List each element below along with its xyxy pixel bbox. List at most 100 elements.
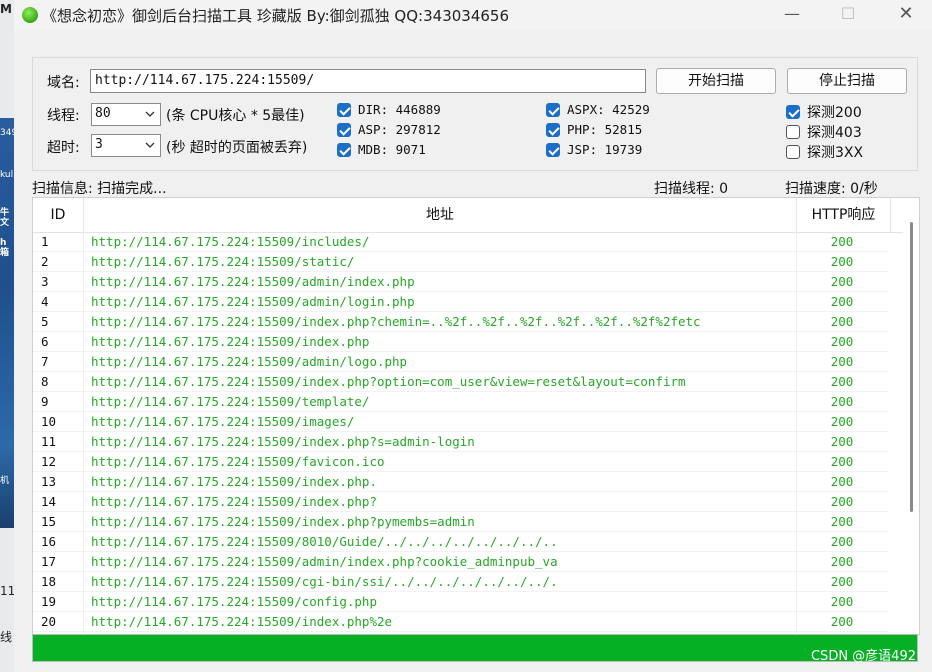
domain-label: 域名: [47, 75, 80, 91]
probe-200-checkbox[interactable]: 探测200 [786, 102, 862, 122]
cell-id: 13 [41, 474, 57, 489]
scan-speed-status: 扫描速度: 0/秒 [785, 181, 878, 197]
cell-http-status: 200 [830, 274, 854, 289]
table-row[interactable]: 14 http://114.67.175.224:15509/index.php?… [33, 492, 889, 512]
cell-url: http://114.67.175.224:15509/favicon.ico [91, 454, 385, 469]
window-title: 《想念初恋》御剑后台扫描工具 珍藏版 By:御剑孤独 QQ:343034656 [42, 7, 509, 25]
probe-403-checkbox[interactable]: 探测403 [786, 122, 862, 142]
table-row[interactable]: 10 http://114.67.175.224:15509/images/200 [33, 412, 889, 432]
cell-url: http://114.67.175.224:15509/config.php [91, 594, 377, 609]
checkbox-label: MDB: 9071 [358, 142, 426, 157]
cell-http-status: 200 [830, 414, 854, 429]
checkbox-checked-icon [786, 105, 800, 119]
close-button[interactable]: ✕ [894, 4, 918, 24]
checkbox-checked-icon [337, 122, 351, 137]
checkbox-checked-icon [546, 102, 560, 117]
table-row[interactable]: 17 http://114.67.175.224:15509/admin/inde… [33, 552, 889, 572]
cell-http-status: 200 [830, 614, 854, 629]
table-row[interactable]: 11 http://114.67.175.224:15509/index.php?… [33, 432, 889, 452]
progress-fill [33, 635, 917, 661]
cell-http-status: 200 [830, 574, 854, 589]
dict-asp-checkbox[interactable]: ASP: 297812 [337, 122, 441, 137]
minimize-button[interactable]: — [780, 4, 804, 24]
table-row[interactable]: 18 http://114.67.175.224:15509/cgi-bin/ss… [33, 572, 889, 592]
checkbox-checked-icon [546, 122, 560, 137]
checkbox-label: PHP: 52815 [567, 122, 643, 137]
cell-id: 17 [41, 554, 57, 569]
desktop-text-fragment: M [0, 2, 12, 16]
cell-id: 12 [41, 454, 57, 469]
table-row[interactable]: 8 http://114.67.175.224:15509/index.php?o… [33, 372, 889, 392]
maximize-button[interactable]: ☐ [836, 4, 860, 24]
cell-id: 18 [41, 574, 57, 589]
timeout-hint: (秒 超时的页面被丢弃) [166, 140, 308, 156]
cell-id: 8 [41, 374, 49, 389]
cell-url: http://114.67.175.224:15509/admin/index.… [91, 274, 415, 289]
column-header-id[interactable]: ID [33, 198, 84, 232]
cell-url: http://114.67.175.224:15509/index.php?ch… [91, 314, 701, 329]
cell-http-status: 200 [830, 314, 854, 329]
desktop-blue-panel: 349 kul 牛文 h箱 机 [0, 118, 17, 528]
domain-input[interactable]: http://114.67.175.224:15509/ [90, 69, 646, 93]
table-row[interactable]: 1 http://114.67.175.224:15509/includes/20… [33, 232, 889, 252]
app-icon [22, 7, 38, 23]
scan-progress-bar [32, 634, 918, 662]
dict-jsp-checkbox[interactable]: JSP: 19739 [546, 142, 642, 157]
table-row[interactable]: 12 http://114.67.175.224:15509/favicon.ic… [33, 452, 889, 472]
cell-http-status: 200 [830, 534, 854, 549]
cell-url: http://114.67.175.224:15509/admin/logo.p… [91, 354, 408, 369]
cell-url: http://114.67.175.224:15509/index.php%2e [91, 614, 393, 629]
table-row[interactable]: 9 http://114.67.175.224:15509/template/20… [33, 392, 889, 412]
results-table[interactable]: ID 地址 HTTP响应 1 http://114.67.175.224:1550… [32, 197, 920, 635]
scrollbar-thumb[interactable] [910, 222, 913, 512]
desktop-text-fragment: 线 [0, 630, 13, 644]
cell-http-status: 200 [830, 514, 854, 529]
dict-php-checkbox[interactable]: PHP: 52815 [546, 122, 642, 137]
column-header-http-status[interactable]: HTTP响应 [797, 198, 891, 232]
checkbox-checked-icon [337, 142, 351, 157]
cell-id: 14 [41, 494, 57, 509]
cell-url: http://114.67.175.224:15509/8010/Guide/.… [91, 534, 558, 549]
checkbox-label: ASP: 297812 [358, 122, 441, 137]
table-row[interactable]: 15 http://114.67.175.224:15509/index.php?… [33, 512, 889, 532]
table-row[interactable]: 4 http://114.67.175.224:15509/admin/login… [33, 292, 889, 312]
timeout-label: 超时: [47, 140, 80, 156]
table-row[interactable]: 19 http://114.67.175.224:15509/config.php… [33, 592, 889, 612]
table-row[interactable]: 20 http://114.67.175.224:15509/index.php%… [33, 612, 889, 632]
scan-info-status: 扫描信息: 扫描完成... [32, 181, 167, 197]
table-row[interactable]: 7 http://114.67.175.224:15509/admin/logo.… [33, 352, 889, 372]
checkbox-unchecked-icon [786, 145, 800, 159]
start-scan-button[interactable]: 开始扫描 [656, 68, 776, 94]
desktop-text-fragment: kul [0, 170, 14, 180]
table-row[interactable]: 2 http://114.67.175.224:15509/static/200 [33, 252, 889, 272]
title-bar: 《想念初恋》御剑后台扫描工具 珍藏版 By:御剑孤独 QQ:343034656 … [14, 0, 932, 30]
cell-id: 9 [41, 394, 49, 409]
cell-url: http://114.67.175.224:15509/index.php?s=… [91, 434, 475, 449]
vertical-scrollbar[interactable] [905, 198, 919, 634]
dict-mdb-checkbox[interactable]: MDB: 9071 [337, 142, 426, 157]
scan-threads-status: 扫描线程: 0 [654, 181, 729, 197]
dict-dir-checkbox[interactable]: DIR: 446889 [337, 102, 441, 117]
cell-url: http://114.67.175.224:15509/admin/login.… [91, 294, 415, 309]
cell-url: http://114.67.175.224:15509/template/ [91, 394, 370, 409]
timeout-select[interactable]: 3 [91, 134, 161, 157]
threads-value: 80 [95, 106, 111, 121]
cell-id: 19 [41, 594, 57, 609]
cell-http-status: 200 [830, 434, 854, 449]
table-row[interactable]: 13 http://114.67.175.224:15509/index.php.… [33, 472, 889, 492]
desktop-text-fragment: 机 [0, 476, 10, 486]
column-header-url[interactable]: 地址 [84, 198, 797, 232]
threads-select[interactable]: 80 [91, 103, 161, 126]
stop-scan-button[interactable]: 停止扫描 [787, 68, 907, 94]
cell-id: 7 [41, 354, 49, 369]
table-row[interactable]: 6 http://114.67.175.224:15509/index.php 20… [33, 332, 889, 352]
timeout-value: 3 [95, 137, 103, 152]
cell-id: 15 [41, 514, 57, 529]
table-row[interactable]: 5 http://114.67.175.224:15509/index.php?c… [33, 312, 889, 332]
probe-3xx-checkbox[interactable]: 探测3XX [786, 142, 863, 162]
cell-http-status: 200 [830, 374, 854, 389]
dict-aspx-checkbox[interactable]: ASPX: 42529 [546, 102, 650, 117]
table-row[interactable]: 16 http://114.67.175.224:15509/8010/Guide… [33, 532, 889, 552]
table-row[interactable]: 3 http://114.67.175.224:15509/admin/index… [33, 272, 889, 292]
cell-http-status: 200 [830, 394, 854, 409]
